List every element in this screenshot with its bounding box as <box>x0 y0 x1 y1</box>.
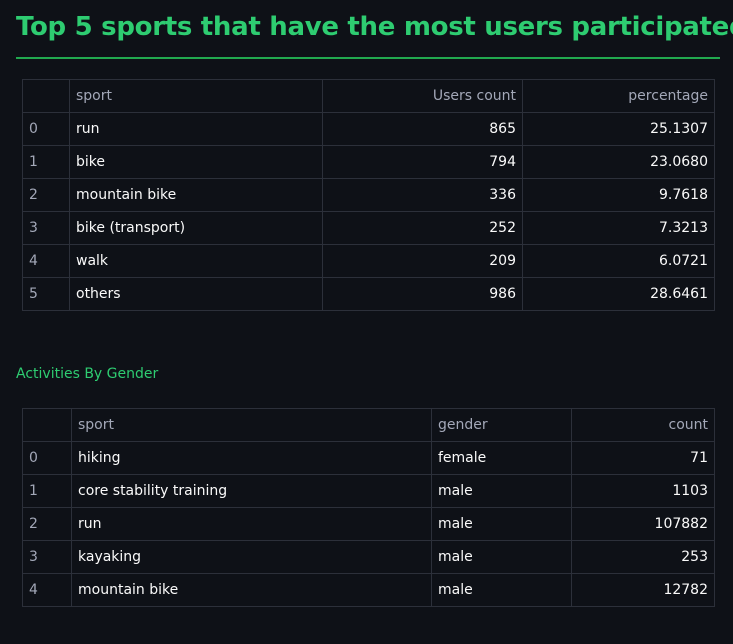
users-count-cell[interactable]: 209 <box>322 244 523 278</box>
index-header <box>22 408 72 442</box>
sport-cell[interactable]: core stability training <box>71 474 432 508</box>
gender-cell[interactable]: male <box>431 540 572 574</box>
count-column-header[interactable]: count <box>571 408 715 442</box>
count-cell[interactable]: 71 <box>571 441 715 475</box>
row-index: 3 <box>22 540 72 574</box>
gender-column-header[interactable]: gender <box>431 408 572 442</box>
users-count-cell[interactable]: 865 <box>322 112 523 146</box>
row-index: 2 <box>22 507 72 541</box>
gender-cell[interactable]: female <box>431 441 572 475</box>
sport-cell[interactable]: kayaking <box>71 540 432 574</box>
sport-cell[interactable]: bike <box>69 145 323 179</box>
row-index: 0 <box>22 112 70 146</box>
table-row: 4 mountain bike male 12782 <box>22 573 715 607</box>
table-row: 3 bike (transport) 252 7.3213 <box>22 211 715 245</box>
row-index: 4 <box>22 573 72 607</box>
percentage-cell[interactable]: 28.6461 <box>522 277 715 311</box>
users-count-cell[interactable]: 794 <box>322 145 523 179</box>
users-count-cell[interactable]: 336 <box>322 178 523 212</box>
percentage-column-header[interactable]: percentage <box>522 79 715 113</box>
gender-cell[interactable]: male <box>431 573 572 607</box>
table-row: 1 bike 794 23.0680 <box>22 145 715 179</box>
row-index: 2 <box>22 178 70 212</box>
sport-cell[interactable]: run <box>71 507 432 541</box>
sport-cell[interactable]: run <box>69 112 323 146</box>
sport-cell[interactable]: mountain bike <box>71 573 432 607</box>
table-row: 0 run 865 25.1307 <box>22 112 715 146</box>
table-row: 2 mountain bike 336 9.7618 <box>22 178 715 212</box>
percentage-cell[interactable]: 9.7618 <box>522 178 715 212</box>
row-index: 0 <box>22 441 72 475</box>
percentage-cell[interactable]: 25.1307 <box>522 112 715 146</box>
table-row: 3 kayaking male 253 <box>22 540 715 574</box>
table-row: 2 run male 107882 <box>22 507 715 541</box>
title-divider <box>16 57 720 59</box>
sport-cell[interactable]: hiking <box>71 441 432 475</box>
percentage-cell[interactable]: 6.0721 <box>522 244 715 278</box>
top-sports-table[interactable]: sport Users count percentage 0 run 865 2… <box>22 79 715 311</box>
row-index: 4 <box>22 244 70 278</box>
activities-by-gender-table[interactable]: sport gender count 0 hiking female 71 1 … <box>22 408 715 607</box>
count-cell[interactable]: 107882 <box>571 507 715 541</box>
activities-by-gender-subheader: Activities By Gender <box>16 366 159 382</box>
table-row: 1 core stability training male 1103 <box>22 474 715 508</box>
table-header-row: sport Users count percentage <box>22 79 715 113</box>
row-index: 1 <box>22 474 72 508</box>
users-count-column-header[interactable]: Users count <box>322 79 523 113</box>
row-index: 1 <box>22 145 70 179</box>
sport-cell[interactable]: mountain bike <box>69 178 323 212</box>
gender-cell[interactable]: male <box>431 474 572 508</box>
sport-column-header[interactable]: sport <box>71 408 432 442</box>
count-cell[interactable]: 253 <box>571 540 715 574</box>
gender-cell[interactable]: male <box>431 507 572 541</box>
table-header-row: sport gender count <box>22 408 715 442</box>
sport-column-header[interactable]: sport <box>69 79 323 113</box>
table-row: 0 hiking female 71 <box>22 441 715 475</box>
index-header <box>22 79 70 113</box>
percentage-cell[interactable]: 7.3213 <box>522 211 715 245</box>
sport-cell[interactable]: walk <box>69 244 323 278</box>
count-cell[interactable]: 1103 <box>571 474 715 508</box>
percentage-cell[interactable]: 23.0680 <box>522 145 715 179</box>
table-row: 5 others 986 28.6461 <box>22 277 715 311</box>
users-count-cell[interactable]: 252 <box>322 211 523 245</box>
sport-cell[interactable]: others <box>69 277 323 311</box>
count-cell[interactable]: 12782 <box>571 573 715 607</box>
sport-cell[interactable]: bike (transport) <box>69 211 323 245</box>
table-row: 4 walk 209 6.0721 <box>22 244 715 278</box>
users-count-cell[interactable]: 986 <box>322 277 523 311</box>
row-index: 3 <box>22 211 70 245</box>
row-index: 5 <box>22 277 70 311</box>
page-title: Top 5 sports that have the most users pa… <box>16 12 733 42</box>
